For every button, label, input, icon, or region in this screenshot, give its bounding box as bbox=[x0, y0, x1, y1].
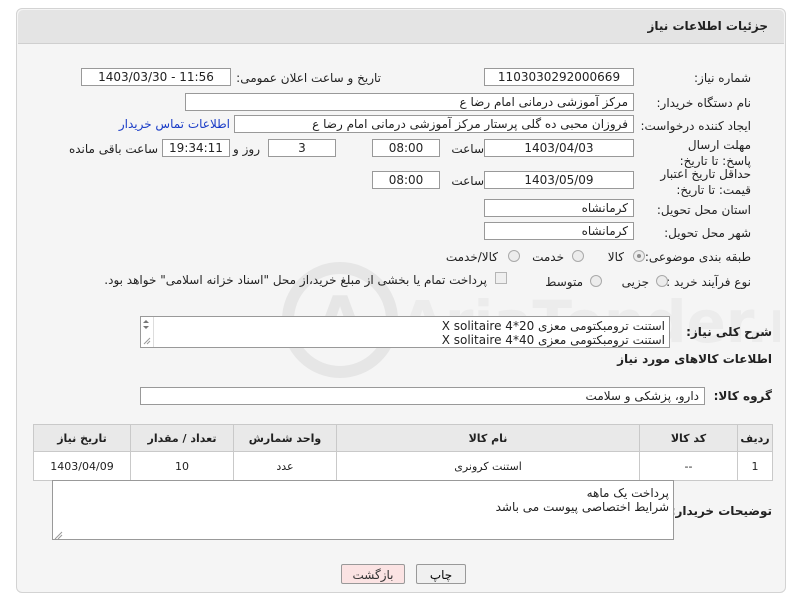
category-both-radio[interactable] bbox=[508, 250, 520, 262]
remaining-time-label: ساعت باقی مانده bbox=[68, 142, 158, 156]
announce-field: 1403/03/30 - 11:56 bbox=[81, 68, 231, 86]
col-name: نام کالا bbox=[336, 424, 640, 452]
process-minor-radio[interactable] bbox=[656, 275, 668, 287]
summary-label: شرح کلی نیاز: bbox=[686, 325, 772, 339]
process-medium-text: متوسط bbox=[545, 275, 583, 289]
goods-table-header: ردیف کد کالا نام کالا واحد شمارش تعداد /… bbox=[33, 424, 773, 452]
buyer-org-label: نام دستگاه خریدار: bbox=[656, 96, 752, 110]
creator-field: فروزان محبی ده گلی پرستار مرکز آموزشی در… bbox=[234, 115, 634, 133]
category-service-text: خدمت bbox=[532, 250, 564, 264]
goods-section-title: اطلاعات کالاهای مورد نیاز bbox=[617, 352, 772, 366]
city-field: کرمانشاه bbox=[484, 222, 634, 240]
title-bar: جزئیات اطلاعات نیاز bbox=[18, 10, 784, 44]
row-unit: عدد bbox=[233, 451, 337, 481]
process-minor-text: جزیی bbox=[621, 275, 649, 289]
buyer-notes-textarea[interactable]: پرداخت یک ماهه شرایط اختصاصی پیوست می با… bbox=[52, 480, 674, 540]
reply-date-field: 1403/04/03 bbox=[484, 139, 634, 157]
goods-table: ردیف کد کالا نام کالا واحد شمارش تعداد /… bbox=[33, 424, 773, 481]
col-qty: تعداد / مقدار bbox=[130, 424, 234, 452]
treasury-payment-checkbox[interactable] bbox=[495, 272, 507, 284]
process-label: نوع فرآیند خرید : bbox=[666, 275, 751, 289]
category-service-radio[interactable] bbox=[572, 250, 584, 262]
buyer-notes-line-2: شرایط اختصاصی پیوست می باشد bbox=[495, 500, 669, 514]
province-field: کرمانشاه bbox=[484, 199, 634, 217]
row-name: استنت کرونری bbox=[336, 451, 640, 481]
category-both-text: کالا/خدمت bbox=[445, 250, 498, 264]
print-button[interactable]: چاپ bbox=[416, 564, 466, 584]
table-row: 1 -- استنت کرونری عدد 10 1403/04/09 bbox=[33, 451, 773, 481]
col-row: ردیف bbox=[737, 424, 773, 452]
price-time-label: ساعت bbox=[451, 174, 484, 188]
col-date: تاریخ نیاز bbox=[33, 424, 131, 452]
reply-time-field: 08:00 bbox=[372, 139, 440, 157]
need-number-label: شماره نیاز: bbox=[694, 71, 751, 85]
city-label: شهر محل تحویل: bbox=[664, 226, 751, 240]
price-date-field: 1403/05/09 bbox=[484, 171, 634, 189]
reply-days-field: 3 bbox=[268, 139, 336, 157]
province-label: استان محل تحویل: bbox=[656, 203, 751, 217]
row-code: -- bbox=[639, 451, 738, 481]
buyer-org-field: مرکز آموزشی درمانی امام رضا ع bbox=[185, 93, 634, 111]
price-deadline-label: حداقل تاریخ اعتبار قیمت: تا تاریخ: bbox=[660, 167, 751, 197]
treasury-payment-note: پرداخت تمام یا بخشی از مبلغ خرید،از محل … bbox=[104, 273, 487, 287]
scroll-arrows-icon bbox=[143, 320, 151, 345]
row-qty: 10 bbox=[130, 451, 234, 481]
col-code: کد کالا bbox=[639, 424, 738, 452]
summary-line-1: استنت ترومبکتومی معزی 20*4 X solitaire bbox=[441, 319, 665, 333]
page-title: جزئیات اطلاعات نیاز bbox=[647, 19, 768, 33]
category-goods-text: کالا bbox=[607, 250, 624, 264]
summary-scrollbar[interactable] bbox=[140, 317, 154, 347]
reply-days-label: روز و bbox=[233, 142, 260, 156]
category-label: طبقه بندی موضوعی: bbox=[644, 250, 751, 264]
goods-group-field: دارو، پزشکی و سلامت bbox=[140, 387, 705, 405]
reply-time-label: ساعت bbox=[451, 142, 484, 156]
announce-label: تاریخ و ساعت اعلان عمومی: bbox=[236, 71, 381, 85]
goods-group-label: گروه کالا: bbox=[713, 389, 772, 403]
buyer-contact-link[interactable]: اطلاعات تماس خریدار bbox=[119, 117, 230, 131]
buyer-notes-label: توضیحات خریدار: bbox=[670, 504, 772, 518]
creator-label: ایجاد کننده درخواست: bbox=[640, 119, 751, 133]
reply-deadline-label: مهلت ارسال پاسخ: تا تاریخ: bbox=[679, 138, 751, 168]
col-unit: واحد شمارش bbox=[233, 424, 337, 452]
back-button[interactable]: بازگشت bbox=[341, 564, 405, 584]
price-time-field: 08:00 bbox=[372, 171, 440, 189]
remaining-time-field: 19:34:11 bbox=[162, 139, 230, 157]
summary-line-2: استنت ترومبکتومی معزی 40*4 X solitaire bbox=[441, 333, 665, 347]
buyer-notes-line-1: پرداخت یک ماهه bbox=[586, 486, 669, 500]
process-medium-radio[interactable] bbox=[590, 275, 602, 287]
need-number-field: 1103030292000669 bbox=[484, 68, 634, 86]
category-goods-radio[interactable] bbox=[633, 250, 645, 262]
row-date: 1403/04/09 bbox=[33, 451, 131, 481]
summary-textarea[interactable]: استنت ترومبکتومی معزی 20*4 X solitaire ا… bbox=[140, 316, 670, 348]
row-idx: 1 bbox=[737, 451, 773, 481]
resize-grip-icon[interactable] bbox=[53, 530, 63, 540]
